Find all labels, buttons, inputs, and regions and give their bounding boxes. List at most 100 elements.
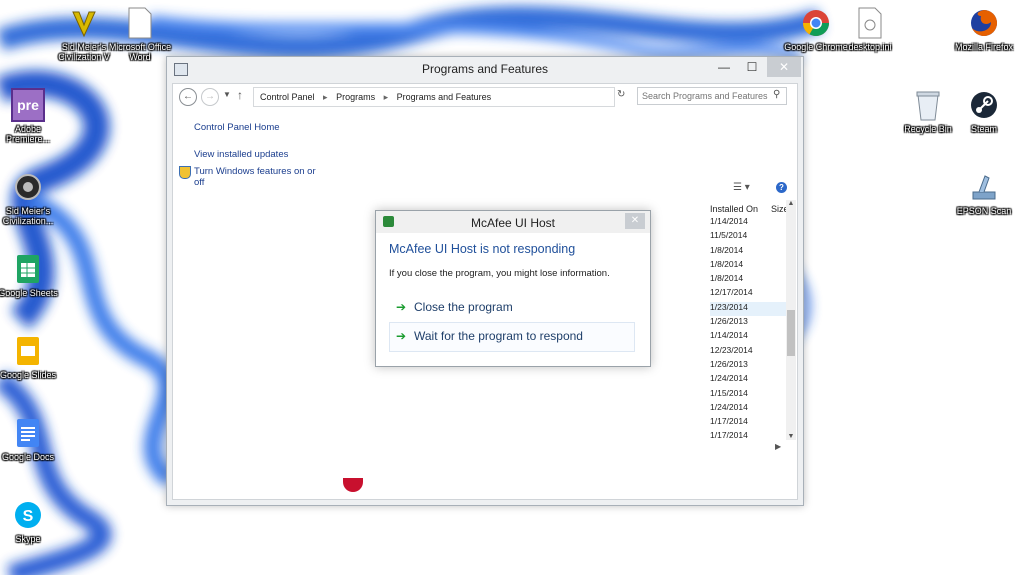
icon-label: Google Slides: [0, 370, 57, 380]
recycle-bin-icon: [911, 88, 945, 122]
vertical-scrollbar[interactable]: ▲ ▼: [786, 200, 796, 440]
close-button[interactable]: ✕: [767, 57, 801, 77]
desktop-icon-desktop-ini[interactable]: desktop.ini: [838, 6, 902, 52]
skype-icon: S: [11, 498, 45, 532]
list-item[interactable]: 1/24/2014: [710, 402, 790, 416]
list-item[interactable]: 11/5/2014: [710, 230, 790, 244]
civilization-icon: [11, 170, 45, 204]
dialog-message: If you close the program, you might lose…: [389, 268, 610, 279]
icon-label: Recycle Bin: [904, 124, 952, 134]
slides-icon: [11, 334, 45, 368]
list-item[interactable]: 1/26/2013: [710, 316, 790, 330]
desktop-icon-skype[interactable]: S Skype: [0, 498, 60, 544]
desktop-icon-civ5[interactable]: Sid Meier's Civilization V: [52, 6, 116, 62]
window-title: Programs and Features: [421, 62, 549, 76]
scrollbar-thumb[interactable]: [787, 310, 795, 356]
list-item[interactable]: 1/8/2014: [710, 259, 790, 273]
desktop-icon-epson-scan[interactable]: EPSON Scan: [952, 170, 1016, 216]
navigation-bar: ← → ▼ ↑ Control Panel ▸ Programs ▸ Progr…: [173, 84, 797, 110]
list-item[interactable]: 12/23/2014: [710, 345, 790, 359]
docs-icon: [11, 416, 45, 450]
list-item[interactable]: 1/14/2014: [710, 330, 790, 344]
link-turn-windows-features[interactable]: Turn Windows features on or: [194, 166, 316, 177]
steam-icon: [967, 88, 1001, 122]
dialog-heading: McAfee UI Host is not responding: [389, 242, 576, 256]
breadcrumb-programs-features[interactable]: Programs and Features: [397, 92, 492, 102]
civilization-v-icon: [67, 6, 101, 40]
icon-label: Sid Meier's Civilization V: [58, 42, 110, 62]
icon-label: Steam: [970, 124, 997, 134]
list-item[interactable]: 1/23/2014: [710, 301, 790, 317]
list-item[interactable]: 1/24/2014: [710, 373, 790, 387]
desktop-icon-premiere[interactable]: pre Adobe Premiere...: [0, 88, 60, 144]
premiere-icon: pre: [11, 88, 45, 122]
up-icon[interactable]: ↑: [237, 88, 243, 102]
breadcrumb-programs[interactable]: Programs: [336, 92, 375, 102]
help-icon[interactable]: ?: [776, 182, 787, 193]
list-item[interactable]: 1/26/2013: [710, 359, 790, 373]
desktop-icon-recycle-bin[interactable]: Recycle Bin: [896, 88, 960, 134]
icon-label: desktop.ini: [848, 42, 892, 52]
desktop-icon-docs[interactable]: Google Docs: [0, 416, 60, 462]
mcafee-shield-icon: [343, 478, 363, 492]
desktop-icon-firefox[interactable]: Mozilla Firefox: [952, 6, 1016, 52]
desktop-icon-word[interactable]: Microsoft Office Word: [108, 6, 172, 62]
icon-label: Adobe Premiere...: [5, 124, 50, 144]
desktop-icon-steam[interactable]: Steam: [952, 88, 1016, 134]
wait-program-option[interactable]: ➔ Wait for the program to respond: [389, 322, 635, 352]
desktop-icon-civ[interactable]: Sid Meier's Civilization...: [0, 170, 60, 226]
breadcrumb-control-panel[interactable]: Control Panel: [260, 92, 315, 102]
list-item[interactable]: 1/17/2014: [710, 416, 790, 430]
scroll-right-icon[interactable]: ▶: [775, 442, 781, 451]
green-arrow-icon: ➔: [396, 329, 407, 343]
desktop-icon-sheets[interactable]: Google Sheets: [0, 252, 60, 298]
icon-label: Google Docs: [1, 452, 55, 462]
firefox-icon: [967, 6, 1001, 40]
list-item[interactable]: 12/17/2014: [710, 287, 790, 301]
window-titlebar[interactable]: Programs and Features — ☐ ✕: [167, 57, 803, 83]
icon-label: Skype: [15, 534, 41, 544]
search-input[interactable]: [637, 87, 787, 105]
desktop-icon-slides[interactable]: Google Slides: [0, 334, 60, 380]
close-program-label: Close the program: [414, 300, 513, 314]
sheets-icon: [11, 252, 45, 286]
dialog-close-button[interactable]: ✕: [625, 213, 645, 229]
dialog-titlebar[interactable]: McAfee UI Host ✕: [376, 211, 650, 233]
back-icon[interactable]: ←: [179, 88, 197, 106]
close-program-option[interactable]: ➔ Close the program: [389, 293, 635, 323]
scanner-icon: [967, 170, 1001, 204]
address-bar[interactable]: Control Panel ▸ Programs ▸ Programs and …: [253, 87, 615, 107]
list-item[interactable]: 1/14/2014: [710, 216, 790, 230]
green-arrow-icon: ➔: [396, 300, 407, 314]
wait-program-label: Wait for the program to respond: [414, 329, 583, 343]
forward-icon[interactable]: →: [201, 88, 219, 106]
scroll-down-icon[interactable]: ▼: [786, 433, 796, 440]
refresh-icon[interactable]: ↻: [617, 89, 625, 100]
chrome-icon: [799, 6, 833, 40]
minimize-button[interactable]: —: [711, 57, 737, 77]
list-item[interactable]: 1/8/2014: [710, 245, 790, 259]
installed-dates-list: 1/14/2014 11/5/2014 1/8/2014 1/8/2014 1/…: [710, 216, 790, 445]
icon-label: Mozilla Firefox: [954, 42, 1013, 52]
icon-label: EPSON Scan: [956, 206, 1012, 216]
icon-label: Microsoft Office Word: [108, 42, 172, 62]
list-item[interactable]: 1/8/2014: [710, 273, 790, 287]
search-icon[interactable]: ⚲: [773, 89, 780, 100]
file-icon: [853, 6, 887, 40]
recent-dropdown-icon[interactable]: ▼: [223, 90, 231, 99]
shield-icon: [179, 166, 191, 179]
dialog-title: McAfee UI Host: [470, 216, 556, 230]
icon-label: Google Sheets: [0, 288, 58, 298]
list-item[interactable]: 1/15/2014: [710, 388, 790, 402]
maximize-button[interactable]: ☐: [739, 57, 765, 77]
icon-label: Sid Meier's Civilization...: [2, 206, 54, 226]
view-options-icon[interactable]: ☰ ▾: [733, 182, 750, 193]
link-control-panel-home[interactable]: Control Panel Home: [194, 122, 280, 133]
not-responding-dialog: McAfee UI Host ✕ McAfee UI Host is not r…: [375, 210, 651, 367]
document-icon: [123, 6, 157, 40]
link-view-installed-updates[interactable]: View installed updates: [194, 149, 288, 160]
svg-text:S: S: [23, 508, 34, 525]
column-installed-on[interactable]: Installed On: [710, 204, 758, 214]
scroll-up-icon[interactable]: ▲: [786, 200, 796, 207]
link-turn-windows-features-off[interactable]: off: [194, 177, 204, 188]
